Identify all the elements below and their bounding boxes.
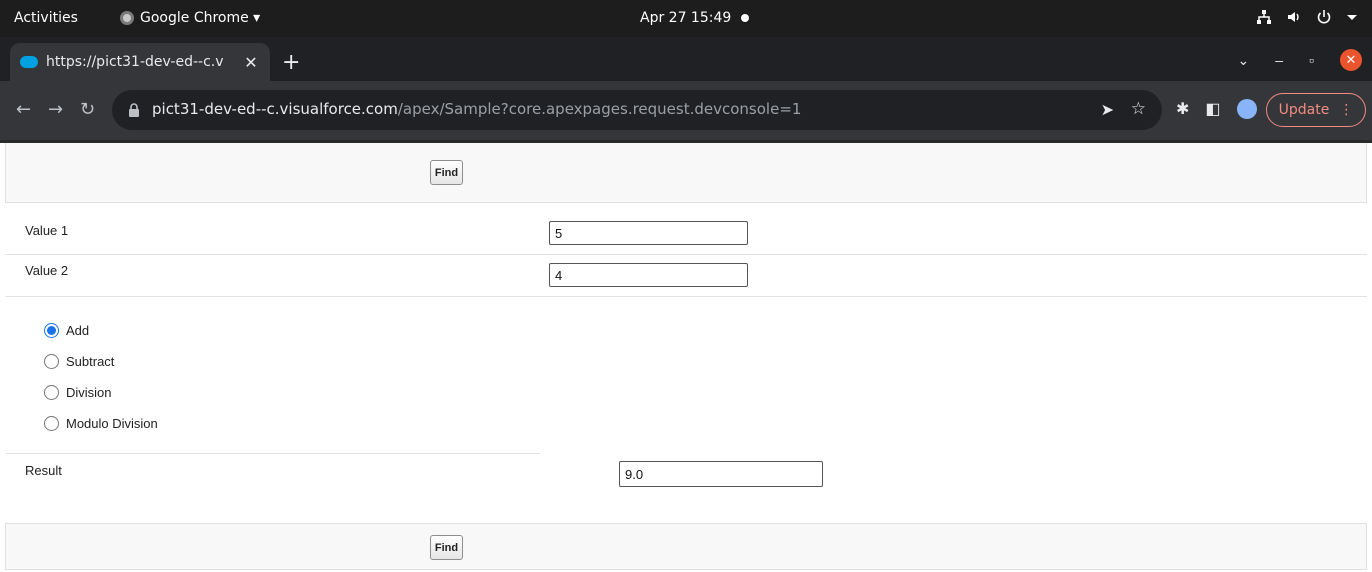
value2-input[interactable] [549, 263, 748, 287]
value2-label: Value 2 [25, 263, 69, 278]
value2-row: Value 2 [5, 255, 1367, 297]
send-to-devices-icon[interactable]: ➤ [1101, 100, 1114, 120]
radio-modulo-division[interactable]: Modulo Division [44, 408, 158, 439]
radio-subtract[interactable]: Subtract [44, 346, 158, 377]
power-icon [1317, 10, 1331, 24]
update-button[interactable]: Update ⋮ [1266, 93, 1366, 127]
update-label: Update [1278, 102, 1330, 118]
result-output[interactable] [619, 461, 823, 487]
close-tab-icon[interactable]: ✕ [242, 53, 260, 72]
tab-search-chevron-icon[interactable]: ⌄ [1238, 52, 1250, 69]
radio-add-label: Add [66, 323, 90, 338]
find-button-top[interactable]: Find [430, 160, 463, 185]
radio-subtract-input[interactable] [44, 354, 59, 369]
app-menu-label: Google Chrome ▾ [140, 10, 261, 26]
clock[interactable]: Apr 27 15:49 [640, 10, 750, 26]
operation-radio-group: Add Subtract Division Modulo Division [44, 315, 158, 439]
extension-icons: ✱ ◧ [1176, 99, 1257, 119]
url-text: pict31-dev-ed--c.visualforce.com/apex/Sa… [152, 100, 801, 118]
result-divider [5, 453, 540, 454]
browser-tab[interactable]: https://pict31-dev-ed--c.v ✕ [10, 43, 270, 81]
url-path: /apex/Sample?core.apexpages.request.devc… [397, 100, 802, 118]
radio-division-label: Division [66, 385, 112, 400]
radio-modulo-division-input[interactable] [44, 416, 59, 431]
back-arrow-icon[interactable]: ← [16, 99, 31, 120]
activities-button[interactable]: Activities [14, 10, 78, 26]
tab-strip: https://pict31-dev-ed--c.v ✕ + ⌄ – ▫ ✕ [0, 37, 1372, 81]
minimize-icon[interactable]: – [1275, 52, 1283, 68]
value1-input[interactable] [549, 221, 748, 245]
find-button-bottom[interactable]: Find [430, 535, 463, 560]
chrome-icon [120, 11, 134, 25]
url-host: pict31-dev-ed--c.visualforce.com [152, 100, 398, 118]
lock-icon [129, 103, 139, 117]
radio-division-input[interactable] [44, 385, 59, 400]
profile-avatar[interactable] [1236, 99, 1257, 119]
more-options-icon: ⋮ [1339, 102, 1354, 118]
clock-text: Apr 27 15:49 [640, 10, 732, 26]
browser-toolbar: ← → ↻ pict31-dev-ed--c.visualforce.com/a… [0, 81, 1372, 140]
radio-division[interactable]: Division [44, 377, 158, 408]
volume-icon [1288, 12, 1299, 22]
radio-add-input[interactable] [44, 323, 59, 338]
system-tray[interactable] [1256, 9, 1358, 25]
window-controls: ⌄ – ▫ ✕ [1238, 49, 1362, 71]
address-bar[interactable]: pict31-dev-ed--c.visualforce.com/apex/Sa… [112, 90, 1162, 130]
maximize-icon[interactable]: ▫ [1309, 52, 1314, 68]
value1-row: Value 1 [5, 213, 1367, 255]
notification-dot-icon [741, 14, 750, 22]
side-panel-icon[interactable]: ◧ [1205, 99, 1220, 119]
chevron-down-icon [1347, 15, 1357, 20]
salesforce-cloud-icon [20, 56, 38, 68]
visualforce-page: Find Value 1 Value 2 Add Subtract Divisi… [0, 143, 1372, 572]
radio-add[interactable]: Add [44, 315, 158, 346]
new-tab-button[interactable]: + [282, 50, 300, 75]
os-top-bar: Activities Google Chrome ▾ Apr 27 15:49 [0, 0, 1372, 37]
result-label: Result [25, 463, 62, 478]
forward-arrow-icon[interactable]: → [48, 99, 63, 120]
bookmark-star-icon[interactable]: ☆ [1131, 99, 1146, 119]
radio-modulo-division-label: Modulo Division [66, 416, 158, 431]
extensions-puzzle-icon[interactable]: ✱ [1176, 99, 1189, 119]
tab-title: https://pict31-dev-ed--c.v [46, 54, 224, 70]
network-icon [1257, 10, 1271, 24]
window-close-icon[interactable]: ✕ [1340, 49, 1362, 71]
top-button-bar: Find [5, 143, 1367, 203]
bottom-button-bar: Find [5, 523, 1367, 570]
radio-subtract-label: Subtract [66, 354, 115, 369]
reload-icon[interactable]: ↻ [80, 99, 95, 120]
value1-label: Value 1 [25, 223, 69, 238]
app-menu[interactable]: Google Chrome ▾ [120, 10, 260, 26]
